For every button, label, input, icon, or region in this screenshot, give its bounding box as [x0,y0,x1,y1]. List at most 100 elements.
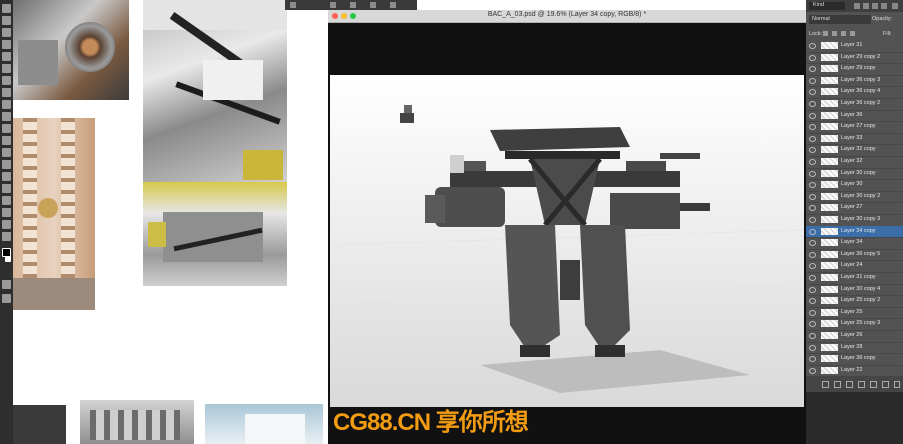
adjustment-layer-icon[interactable] [858,381,865,388]
align-right-icon[interactable] [390,2,396,8]
shape-tool-icon[interactable] [2,208,11,217]
add-mask-icon[interactable] [846,381,853,388]
visibility-eye-icon[interactable] [809,89,816,96]
visibility-eye-icon[interactable] [809,344,816,351]
visibility-eye-icon[interactable] [809,286,816,293]
quick-mask-icon[interactable] [2,280,11,289]
zoom-tool-icon[interactable] [2,232,11,241]
stamp-tool-icon[interactable] [2,100,11,109]
visibility-eye-icon[interactable] [809,251,816,258]
filter-smart-icon[interactable] [892,3,898,9]
filter-shape-icon[interactable] [881,3,887,9]
visibility-eye-icon[interactable] [809,43,816,49]
visibility-eye-icon[interactable] [809,77,816,84]
path-select-tool-icon[interactable] [2,196,11,205]
visibility-eye-icon[interactable] [809,101,816,107]
gradient-tool-icon[interactable] [2,136,11,145]
layer-name: Layer 33 [841,134,863,141]
visibility-eye-icon[interactable] [809,205,816,212]
visibility-eye-icon[interactable] [809,135,816,142]
reference-photo-engine [13,0,129,100]
visibility-eye-icon[interactable] [809,54,816,61]
blur-tool-icon[interactable] [2,148,11,157]
align-left-icon[interactable] [290,2,296,8]
layer-name: Layer 29 copy [841,65,876,72]
layer-thumbnail [821,146,838,154]
new-group-icon[interactable] [870,381,877,388]
visibility-eye-icon[interactable] [809,170,816,177]
visibility-eye-icon[interactable] [809,124,816,131]
marquee-tool-icon[interactable] [2,16,11,25]
visibility-eye-icon[interactable] [809,240,816,247]
layer-filter-select[interactable]: Kind [809,2,845,10]
filter-pixel-icon[interactable] [854,3,860,9]
visibility-eye-icon[interactable] [809,112,816,119]
layer-name: Layer 30 copy [841,169,876,176]
visibility-eye-icon[interactable] [809,182,816,189]
lock-row: Lock: Fill: [809,28,903,40]
visibility-eye-icon[interactable] [809,66,816,73]
delete-layer-icon[interactable] [894,381,900,388]
tools-panel [0,0,13,444]
history-brush-tool-icon[interactable] [2,112,11,121]
layer-effects-icon[interactable] [834,381,841,388]
distribute-icon[interactable] [350,2,356,8]
move-tool-icon[interactable] [2,4,11,13]
crop-tool-icon[interactable] [2,52,11,61]
layer-thumbnail [821,134,838,142]
visibility-eye-icon[interactable] [809,193,816,200]
align-center-icon[interactable] [330,2,336,8]
lock-pixels-icon[interactable] [832,31,837,36]
visibility-eye-icon[interactable] [809,333,816,339]
layer-thumbnail [821,100,838,107]
layer-name: Layer 28 [841,343,863,350]
layer-thumbnail [821,355,838,363]
layer-thumbnail [821,308,838,316]
visibility-eye-icon[interactable] [809,275,816,281]
visibility-eye-icon[interactable] [809,217,816,223]
blend-mode-select[interactable]: Normal [809,15,871,24]
visibility-eye-icon[interactable] [809,159,816,165]
brush-tool-icon[interactable] [2,88,11,97]
layer-name: Layer 25 copy 2 [841,297,881,304]
healing-tool-icon[interactable] [2,76,11,85]
filter-type-icon[interactable] [872,3,878,9]
play-icon[interactable] [370,2,376,8]
filter-adjust-icon[interactable] [863,3,869,9]
layer-thumbnail [821,285,838,293]
layer-thumbnail [821,366,838,374]
lock-transparency-icon[interactable] [823,31,828,36]
layer-thumbnail [821,343,838,351]
visibility-eye-icon[interactable] [809,263,816,270]
type-tool-icon[interactable] [2,184,11,193]
watermark-text: CG88.CN 享你所想 [333,409,529,436]
lasso-tool-icon[interactable] [2,28,11,37]
new-layer-icon[interactable] [882,381,889,388]
eyedropper-tool-icon[interactable] [2,64,11,73]
lock-position-icon[interactable] [841,31,846,36]
blend-mode-label: Normal [812,16,830,22]
layer-thumbnail [821,239,838,247]
screen-mode-icon[interactable] [2,294,11,303]
quick-select-tool-icon[interactable] [2,40,11,49]
document-titlebar: BAC_A_03.psd @ 19.6% (Layer 34 copy, RGB… [328,10,806,23]
visibility-eye-icon[interactable] [809,309,816,316]
document-window: BAC_A_03.psd @ 19.6% (Layer 34 copy, RGB… [328,10,806,444]
background-color-swatch[interactable] [5,256,11,262]
visibility-eye-icon[interactable] [809,147,816,154]
pen-tool-icon[interactable] [2,172,11,181]
visibility-eye-icon[interactable] [809,228,816,235]
reference-photo-harness [143,0,287,182]
canvas-area[interactable] [329,75,805,407]
dodge-tool-icon[interactable] [2,160,11,169]
lock-all-icon[interactable] [850,31,855,36]
hand-tool-icon[interactable] [2,220,11,229]
visibility-eye-icon[interactable] [809,321,816,328]
visibility-eye-icon[interactable] [809,298,816,305]
layer-thumbnail [821,297,838,305]
visibility-eye-icon[interactable] [809,356,816,363]
lock-label: Lock: [809,31,823,37]
visibility-eye-icon[interactable] [809,367,816,374]
eraser-tool-icon[interactable] [2,124,11,133]
link-layers-icon[interactable] [822,381,829,388]
